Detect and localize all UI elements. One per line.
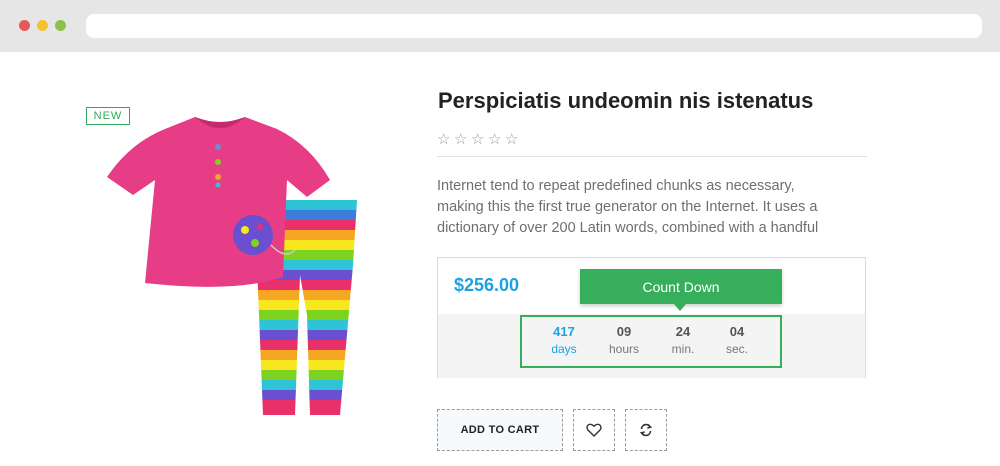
- product-title: Perspiciatis undeomin nis istenatus: [438, 88, 814, 113]
- refresh-icon: [639, 423, 653, 437]
- compare-button[interactable]: [625, 409, 667, 451]
- browser-chrome: [0, 0, 1000, 52]
- star-icon[interactable]: ☆: [454, 131, 469, 149]
- seconds-label: sec.: [725, 342, 748, 356]
- countdown-label: Count Down: [580, 269, 782, 304]
- countdown-timer: 417 days 09 hours 24 min. 04 sec.: [520, 315, 782, 368]
- window-close-dot[interactable]: [19, 20, 30, 31]
- countdown-minutes: 24 min.: [653, 324, 713, 356]
- wishlist-button[interactable]: [573, 409, 615, 451]
- window-minimize-dot[interactable]: [37, 20, 48, 31]
- days-label: days: [551, 342, 577, 356]
- star-icon[interactable]: ☆: [488, 131, 503, 149]
- divider: [437, 156, 867, 157]
- hours-label: hours: [608, 342, 640, 356]
- description-line: dictionary of over 200 Latin words, comb…: [437, 220, 819, 236]
- price: $256.00: [454, 275, 520, 295]
- window-maximize-dot[interactable]: [55, 20, 66, 31]
- days-value: 417: [553, 324, 575, 339]
- description-line: making this the first true generator on …: [437, 199, 818, 215]
- seconds-value: 04: [729, 324, 745, 339]
- star-icon[interactable]: ☆: [505, 131, 520, 149]
- description-line: Internet tend to repeat predefined chunk…: [437, 178, 795, 194]
- countdown-days: 417 days: [534, 324, 594, 356]
- heart-icon: [586, 423, 602, 437]
- rating-stars[interactable]: ☆ ☆ ☆ ☆ ☆: [437, 131, 520, 149]
- countdown-seconds: 04 sec.: [707, 324, 767, 356]
- star-icon[interactable]: ☆: [437, 131, 452, 149]
- add-to-cart-button[interactable]: ADD TO CART: [437, 409, 563, 451]
- new-badge: NEW: [86, 107, 130, 125]
- star-icon[interactable]: ☆: [471, 131, 486, 149]
- hours-value: 09: [616, 324, 632, 339]
- minutes-value: 24: [675, 324, 691, 339]
- product-description: Internet tend to repeat predefined chunk…: [437, 176, 867, 239]
- address-bar[interactable]: [86, 14, 982, 38]
- countdown-arrow: [674, 304, 686, 311]
- countdown-hours: 09 hours: [594, 324, 654, 356]
- product-image: [107, 117, 357, 415]
- price-countdown-box: $256.00 Count Down 417 days 09 hours 24 …: [437, 257, 866, 378]
- minutes-label: min.: [671, 342, 695, 356]
